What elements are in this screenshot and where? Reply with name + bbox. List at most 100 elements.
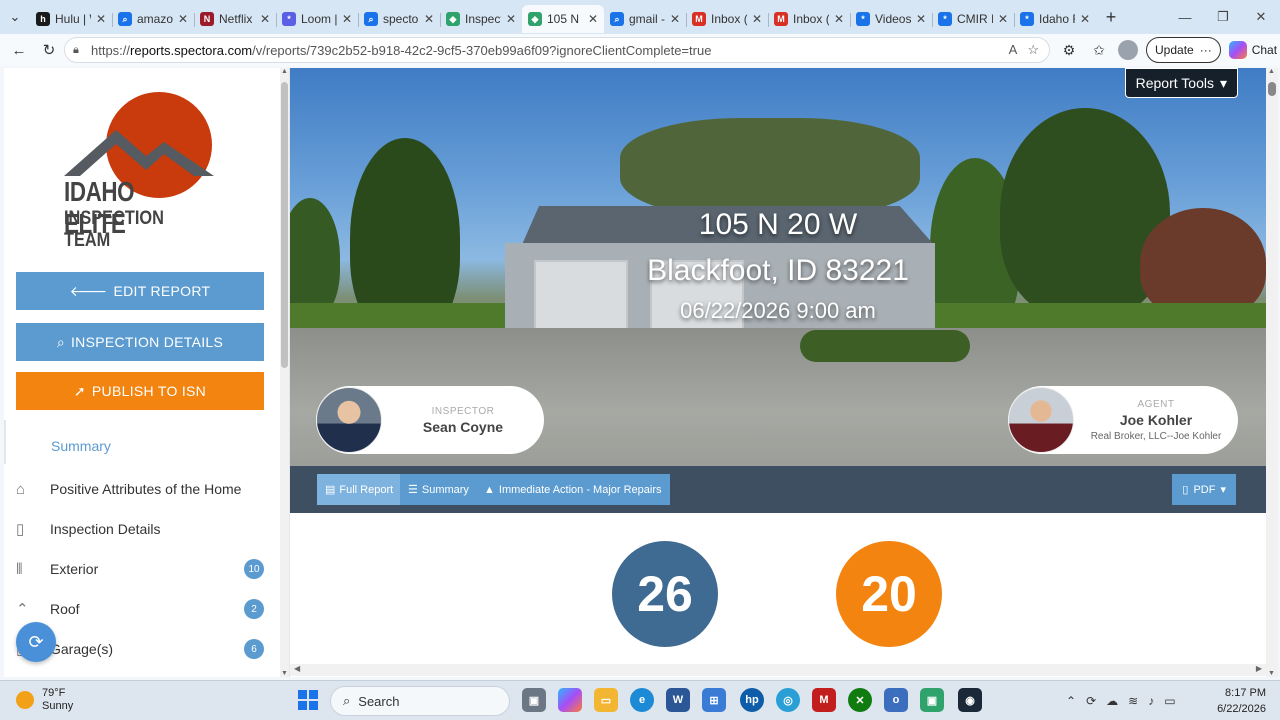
browser-tab[interactable]: * Loom | ✕ xyxy=(276,5,358,33)
outlook-icon[interactable]: o xyxy=(884,688,908,712)
sidebar-scroll-thumb[interactable] xyxy=(281,82,288,368)
sidebar-scrollbar[interactable]: ▲ ▼ xyxy=(280,68,289,677)
browser-tab[interactable]: * Idaho F ✕ xyxy=(1014,5,1096,33)
close-tab-icon[interactable]: ✕ xyxy=(998,12,1008,26)
close-tab-icon[interactable]: ✕ xyxy=(178,12,188,26)
publish-to-isn-button[interactable]: ➚ PUBLISH TO ISN xyxy=(16,372,264,410)
favorites-icon[interactable]: ✩ xyxy=(1088,39,1110,61)
task-view-icon[interactable]: ▣ xyxy=(522,688,546,712)
app-green-icon[interactable]: ▣ xyxy=(920,688,944,712)
browser-tab[interactable]: M Inbox (1 ✕ xyxy=(686,5,768,33)
browser-tab[interactable]: ⌕ amazon ✕ xyxy=(112,5,194,33)
clock-date: 6/22/2026 xyxy=(1217,703,1266,715)
scroll-up-icon[interactable]: ▲ xyxy=(281,68,288,75)
stat-circle-repairs[interactable]: 20 xyxy=(836,541,942,647)
volume-icon[interactable]: ♪ xyxy=(1148,694,1154,708)
new-tab-button[interactable]: + xyxy=(1096,7,1126,28)
close-tab-icon[interactable]: ✕ xyxy=(342,12,352,26)
scroll-down-icon[interactable]: ▼ xyxy=(281,670,288,677)
onedrive-icon[interactable]: ☁ xyxy=(1106,694,1118,708)
tab-summary[interactable]: ☰ Summary xyxy=(400,474,477,505)
close-tab-icon[interactable]: ✕ xyxy=(1080,12,1090,26)
wifi-icon[interactable]: ≋ xyxy=(1128,694,1138,708)
scroll-up-icon[interactable]: ▲ xyxy=(1268,68,1275,75)
browser-tab[interactable]: ◆ Inspecti ✕ xyxy=(440,5,522,33)
file-explorer-icon[interactable]: ▭ xyxy=(594,688,618,712)
tab-actions-menu[interactable]: ⌄ xyxy=(0,0,30,34)
word-icon[interactable]: W xyxy=(666,688,690,712)
tab-full-report[interactable]: ▤ Full Report xyxy=(317,474,402,505)
browser-tab[interactable]: N Netflix ✕ xyxy=(194,5,276,33)
sidebar-section-item[interactable]: ⌂ Positive Attributes of the Home xyxy=(4,473,274,505)
minimize-icon[interactable]: — xyxy=(1166,0,1204,34)
back-icon[interactable]: ← xyxy=(6,37,32,63)
steam-icon[interactable]: ◉ xyxy=(958,688,982,712)
stat-circle-maintenance[interactable]: 26 xyxy=(612,541,718,647)
sidebar-section-item[interactable]: ▯ Inspection Details xyxy=(4,513,274,545)
close-tab-icon[interactable]: ✕ xyxy=(506,12,516,26)
inspection-details-button[interactable]: ⌕ INSPECTION DETAILS xyxy=(16,323,264,361)
browser-tab[interactable]: M Inbox (1 ✕ xyxy=(768,5,850,33)
update-button[interactable]: Update ··· xyxy=(1146,37,1221,63)
close-tab-icon[interactable]: ✕ xyxy=(752,12,762,26)
tab-favicon-icon: N xyxy=(200,12,214,26)
close-tab-icon[interactable]: ✕ xyxy=(96,12,106,26)
close-window-icon[interactable]: ✕ xyxy=(1242,0,1280,34)
close-tab-icon[interactable]: ✕ xyxy=(916,12,926,26)
sidebar-section-item[interactable]: ⌃ Roof 2 xyxy=(4,593,274,625)
report-tools-button[interactable]: Report Tools ▾ xyxy=(1124,68,1238,98)
scroll-left-icon[interactable]: ◀ xyxy=(294,664,300,673)
profile-avatar[interactable] xyxy=(1118,40,1138,60)
close-tab-icon[interactable]: ✕ xyxy=(588,12,598,26)
agent-name: Joe Kohler xyxy=(1119,411,1193,428)
page-scrollbar[interactable]: ▲ ▼ xyxy=(1266,68,1278,677)
favorite-star-icon[interactable]: ☆ xyxy=(1027,42,1039,58)
url-field[interactable]: 🔒︎ https://reports.spectora.com/v/report… xyxy=(64,37,1050,63)
search-icon: ⌕ xyxy=(56,333,65,350)
chevron-up-icon[interactable]: ⌃ xyxy=(1066,694,1076,708)
tab-immediate-action[interactable]: ▲ Immediate Action - Major Repairs xyxy=(476,474,670,505)
browser-tab[interactable]: ⌕ spector ✕ xyxy=(358,5,440,33)
address-line1: 105 N 20 W xyxy=(698,208,858,241)
maximize-icon[interactable]: ❐ xyxy=(1204,0,1242,34)
browser-tab[interactable]: ⌕ gmail - ✕ xyxy=(604,5,686,33)
tray-app-icon[interactable]: ⟳ xyxy=(1086,694,1096,708)
copilot-chat-button[interactable]: Chat xyxy=(1228,41,1277,59)
chrome-icon[interactable]: ◎ xyxy=(776,688,800,712)
roof-icon: ⌃ xyxy=(16,601,29,618)
close-tab-icon[interactable]: ✕ xyxy=(424,12,434,26)
sidebar-section-item[interactable]: ⦀ Exterior 10 xyxy=(4,553,274,585)
hp-icon[interactable]: hp xyxy=(740,688,764,712)
close-tab-icon[interactable]: ✕ xyxy=(260,12,270,26)
weather-widget[interactable]: 79°F Sunny xyxy=(16,687,73,713)
clock-time: 8:17 PM xyxy=(1225,687,1266,699)
store-icon[interactable]: ⊞ xyxy=(702,688,726,712)
browser-tab[interactable]: * Videos | ✕ xyxy=(850,5,932,33)
close-tab-icon[interactable]: ✕ xyxy=(834,12,844,26)
sidebar-summary-link[interactable]: Summary xyxy=(51,438,111,454)
scroll-down-icon[interactable]: ▼ xyxy=(1268,670,1275,677)
edge-browser-icon[interactable]: e xyxy=(630,688,654,712)
taskbar-search[interactable]: ⌕ Search xyxy=(330,686,510,716)
extensions-icon[interactable]: ⚙ xyxy=(1058,39,1080,61)
inspector-role: INSPECTOR xyxy=(431,405,495,417)
read-aloud-icon[interactable]: A xyxy=(1009,42,1018,58)
horizontal-scrollbar[interactable]: ◀ ▶ xyxy=(290,664,1266,676)
browser-tab[interactable]: * CMIR I ✕ xyxy=(932,5,1014,33)
refresh-fab-button[interactable]: ⟳ xyxy=(16,622,56,662)
close-tab-icon[interactable]: ✕ xyxy=(670,12,680,26)
windows-start-icon[interactable] xyxy=(298,690,318,710)
scroll-right-icon[interactable]: ▶ xyxy=(1256,664,1262,673)
browser-tab[interactable]: h Hulu | W ✕ xyxy=(30,5,112,33)
page-scroll-thumb[interactable] xyxy=(1268,82,1276,96)
browser-tab-label: spector xyxy=(383,12,419,26)
battery-icon[interactable]: ▭ xyxy=(1164,694,1175,708)
xbox-icon[interactable]: ✕ xyxy=(848,688,872,712)
pdf-button[interactable]: ▯ PDF ▾ xyxy=(1172,474,1236,505)
edit-report-button[interactable]: 🡐 EDIT REPORT xyxy=(16,272,264,310)
mcafee-icon[interactable]: M xyxy=(812,688,836,712)
browser-tab[interactable]: ◆ 105 N 2 ✕ xyxy=(522,5,604,33)
copilot-app-icon[interactable] xyxy=(558,688,582,712)
taskbar-clock[interactable]: 8:17 PM 6/22/2026 xyxy=(1217,685,1266,717)
refresh-icon[interactable]: ↻ xyxy=(36,37,62,63)
